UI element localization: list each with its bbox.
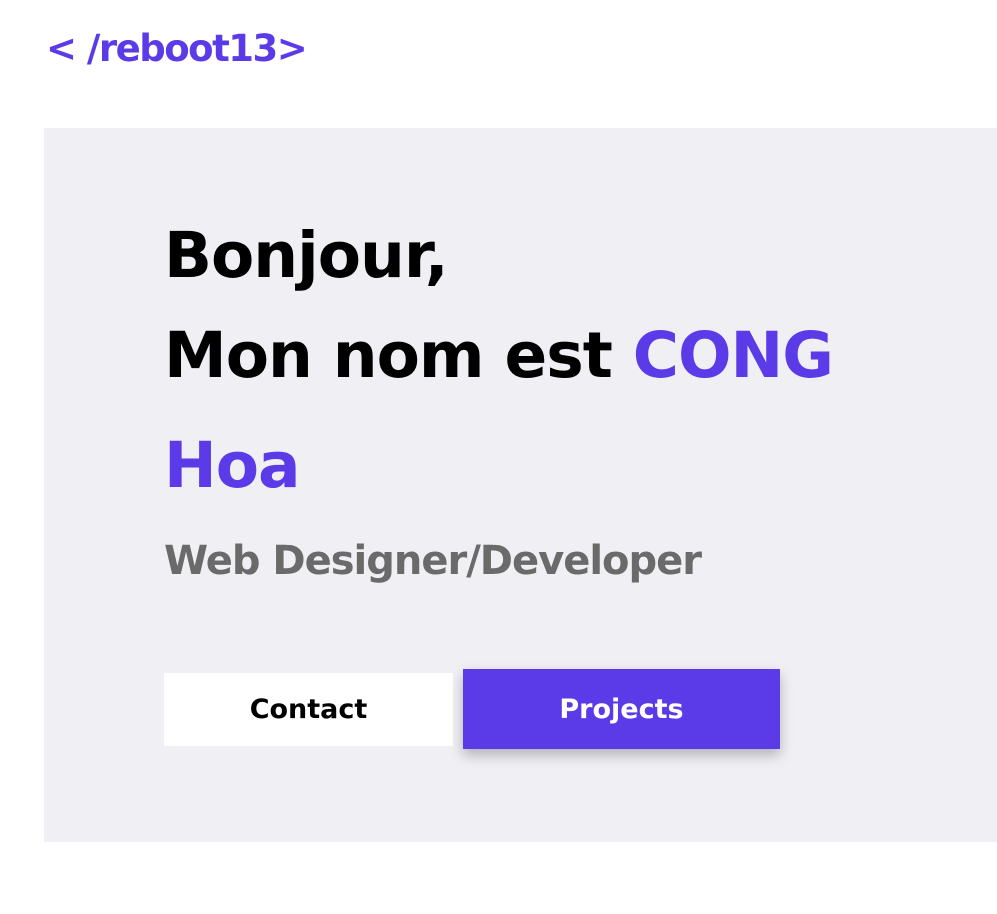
hero-headline: Bonjour, Mon nom est CONG Hoa	[164, 216, 944, 521]
projects-button[interactable]: Projects	[463, 669, 780, 749]
hero-name-first: CONG	[632, 319, 834, 392]
hero-name-prefix: Mon nom est	[164, 319, 633, 392]
hero-greeting: Bonjour,	[164, 219, 449, 292]
hero-name-last: Hoa	[164, 429, 301, 502]
hero-section: Bonjour, Mon nom est CONG Hoa Web Design…	[44, 128, 997, 842]
hero-name-line: Mon nom est CONG	[164, 301, 944, 411]
site-logo[interactable]: < /reboot13>	[46, 24, 308, 74]
hero-subtitle: Web Designer/Developer	[164, 538, 702, 584]
contact-button[interactable]: Contact	[164, 673, 453, 746]
